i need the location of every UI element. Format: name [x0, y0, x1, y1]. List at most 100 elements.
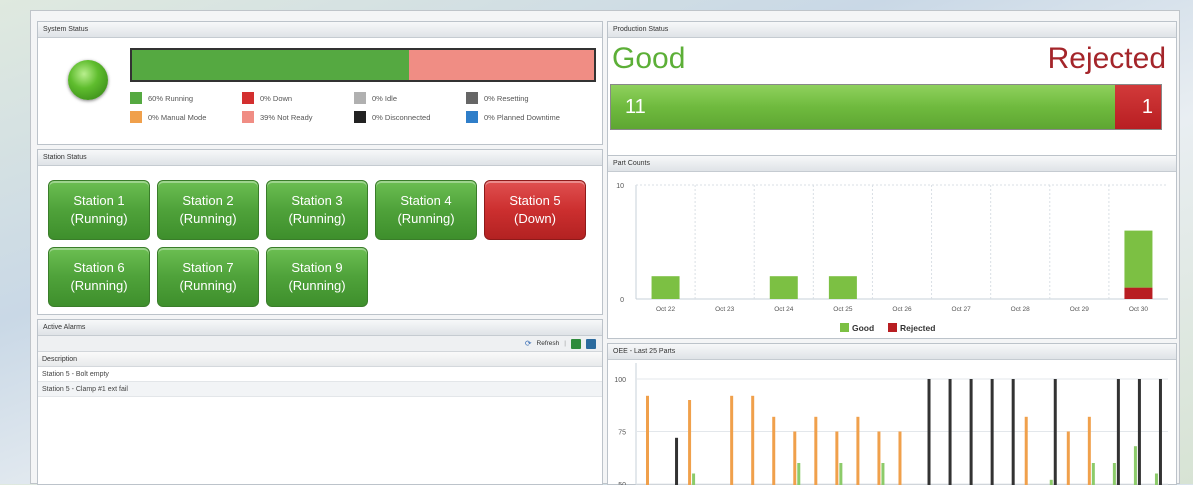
oee-bar[interactable] — [1159, 379, 1162, 485]
legend-item: 0% Resetting — [466, 92, 616, 104]
rejected-count-segment: 1 — [1115, 85, 1161, 129]
oee-bar[interactable] — [881, 463, 884, 485]
oee-bar[interactable] — [949, 379, 952, 485]
oee-bar[interactable] — [928, 379, 931, 485]
alarm-row[interactable]: Station 5 - Clamp #1 ext fail — [38, 382, 602, 397]
oee-bar[interactable] — [1012, 379, 1015, 485]
station-button[interactable]: Station 7(Running) — [157, 247, 259, 307]
oee-bar[interactable] — [1134, 446, 1137, 485]
oee-bar[interactable] — [646, 396, 649, 485]
legend-swatch — [888, 323, 897, 332]
oee-bar[interactable] — [839, 463, 842, 485]
export-excel-icon[interactable] — [571, 339, 581, 349]
station-button[interactable]: Station 9(Running) — [266, 247, 368, 307]
station-name: Station 5 — [485, 192, 585, 210]
oee-bar[interactable] — [970, 379, 973, 485]
oee-bar[interactable] — [751, 396, 754, 485]
part-counts-panel: Part Counts 010Oct 22Oct 23Oct 24Oct 25O… — [607, 155, 1177, 339]
panel-title: Active Alarms — [38, 320, 602, 336]
good-count-segment: 11 — [611, 85, 1115, 129]
oee-bar[interactable] — [1092, 463, 1095, 485]
oee-bar[interactable] — [877, 432, 880, 485]
legend-swatch — [242, 111, 254, 123]
export-grid-icon[interactable] — [586, 339, 596, 349]
station-state: (Running) — [158, 277, 258, 295]
production-status-panel: Production Status Good Rejected 11 1 — [607, 21, 1177, 161]
legend-item: 0% Disconnected — [354, 111, 466, 123]
rejected-label: Rejected — [1048, 42, 1166, 76]
refresh-icon[interactable]: ⟳ — [525, 339, 532, 348]
oee-bar[interactable] — [1138, 379, 1141, 485]
system-status-panel: System Status 60% Running0% Down0% Idle0… — [37, 21, 603, 145]
x-tick-label: Oct 30 — [1129, 306, 1149, 313]
legend-label: 0% Idle — [372, 94, 397, 103]
station-name: Station 1 — [49, 192, 149, 210]
legend-item: 39% Not Ready — [242, 111, 354, 123]
y-tick-label: 0 — [620, 297, 624, 304]
legend-swatch — [130, 92, 142, 104]
station-button[interactable]: Station 3(Running) — [266, 180, 368, 240]
oee-bar[interactable] — [793, 432, 796, 485]
oee-bar[interactable] — [856, 417, 859, 485]
alarm-row[interactable]: Station 5 - Bolt empty — [38, 367, 602, 382]
panel-title: Station Status — [38, 150, 602, 166]
bar-good[interactable] — [829, 276, 857, 299]
y-tick-label: 100 — [614, 377, 626, 384]
oee-bar[interactable] — [991, 379, 994, 485]
station-state: (Running) — [267, 277, 367, 295]
station-button[interactable]: Station 4(Running) — [375, 180, 477, 240]
column-header-description[interactable]: Description — [38, 352, 602, 367]
station-button[interactable]: Station 1(Running) — [48, 180, 150, 240]
legend-label: Good — [852, 323, 874, 333]
oee-bar[interactable] — [814, 417, 817, 485]
station-state: (Down) — [485, 210, 585, 228]
station-button[interactable]: Station 6(Running) — [48, 247, 150, 307]
legend-label: 0% Disconnected — [372, 113, 430, 122]
dashboard: System Status 60% Running0% Down0% Idle0… — [30, 10, 1180, 484]
legend-label: Rejected — [900, 323, 935, 333]
oee-bar[interactable] — [772, 417, 775, 485]
oee-bar[interactable] — [1067, 432, 1070, 485]
oee-bar[interactable] — [688, 400, 691, 485]
oee-bar[interactable] — [835, 432, 838, 485]
station-button[interactable]: Station 5(Down) — [484, 180, 586, 240]
station-name: Station 4 — [376, 192, 476, 210]
oee-bar[interactable] — [1117, 379, 1120, 485]
oee-bar[interactable] — [1050, 480, 1053, 485]
x-tick-label: Oct 26 — [892, 306, 912, 313]
oee-bar[interactable] — [797, 463, 800, 485]
bar-good[interactable] — [770, 276, 798, 299]
oee-bar[interactable] — [1113, 463, 1116, 485]
bar-good[interactable] — [1124, 231, 1152, 288]
legend-label: 60% Running — [148, 94, 193, 103]
bar-good[interactable] — [652, 276, 680, 299]
x-tick-label: Oct 25 — [833, 306, 853, 313]
oee-bar[interactable] — [675, 438, 678, 485]
refresh-button[interactable]: Refresh — [537, 340, 560, 347]
x-tick-label: Oct 23 — [715, 306, 735, 313]
station-button[interactable]: Station 2(Running) — [157, 180, 259, 240]
legend-swatch — [354, 92, 366, 104]
oee-bar[interactable] — [1054, 379, 1057, 485]
panel-title: Part Counts — [608, 156, 1176, 172]
system-status-bar — [130, 48, 596, 82]
x-tick-label: Oct 29 — [1070, 306, 1090, 313]
legend-swatch — [466, 111, 478, 123]
legend-swatch — [466, 92, 478, 104]
active-alarms-panel: Active Alarms ⟳ Refresh | Description St… — [37, 319, 603, 485]
bar-rejected[interactable] — [1124, 288, 1152, 299]
station-name: Station 9 — [267, 259, 367, 277]
oee-bar[interactable] — [730, 396, 733, 485]
legend-item: 0% Down — [242, 92, 354, 104]
station-state: (Running) — [49, 210, 149, 228]
oee-bar[interactable] — [898, 432, 901, 485]
legend-swatch — [354, 111, 366, 123]
panel-title: OEE - Last 25 Parts — [608, 344, 1176, 360]
not-ready-segment — [409, 50, 594, 80]
alarm-toolbar: ⟳ Refresh | — [38, 336, 602, 352]
oee-bar[interactable] — [1025, 417, 1028, 485]
oee-bar[interactable] — [1155, 474, 1158, 485]
station-state: (Running) — [49, 277, 149, 295]
oee-bar[interactable] — [692, 474, 695, 485]
oee-bar[interactable] — [1088, 417, 1091, 485]
